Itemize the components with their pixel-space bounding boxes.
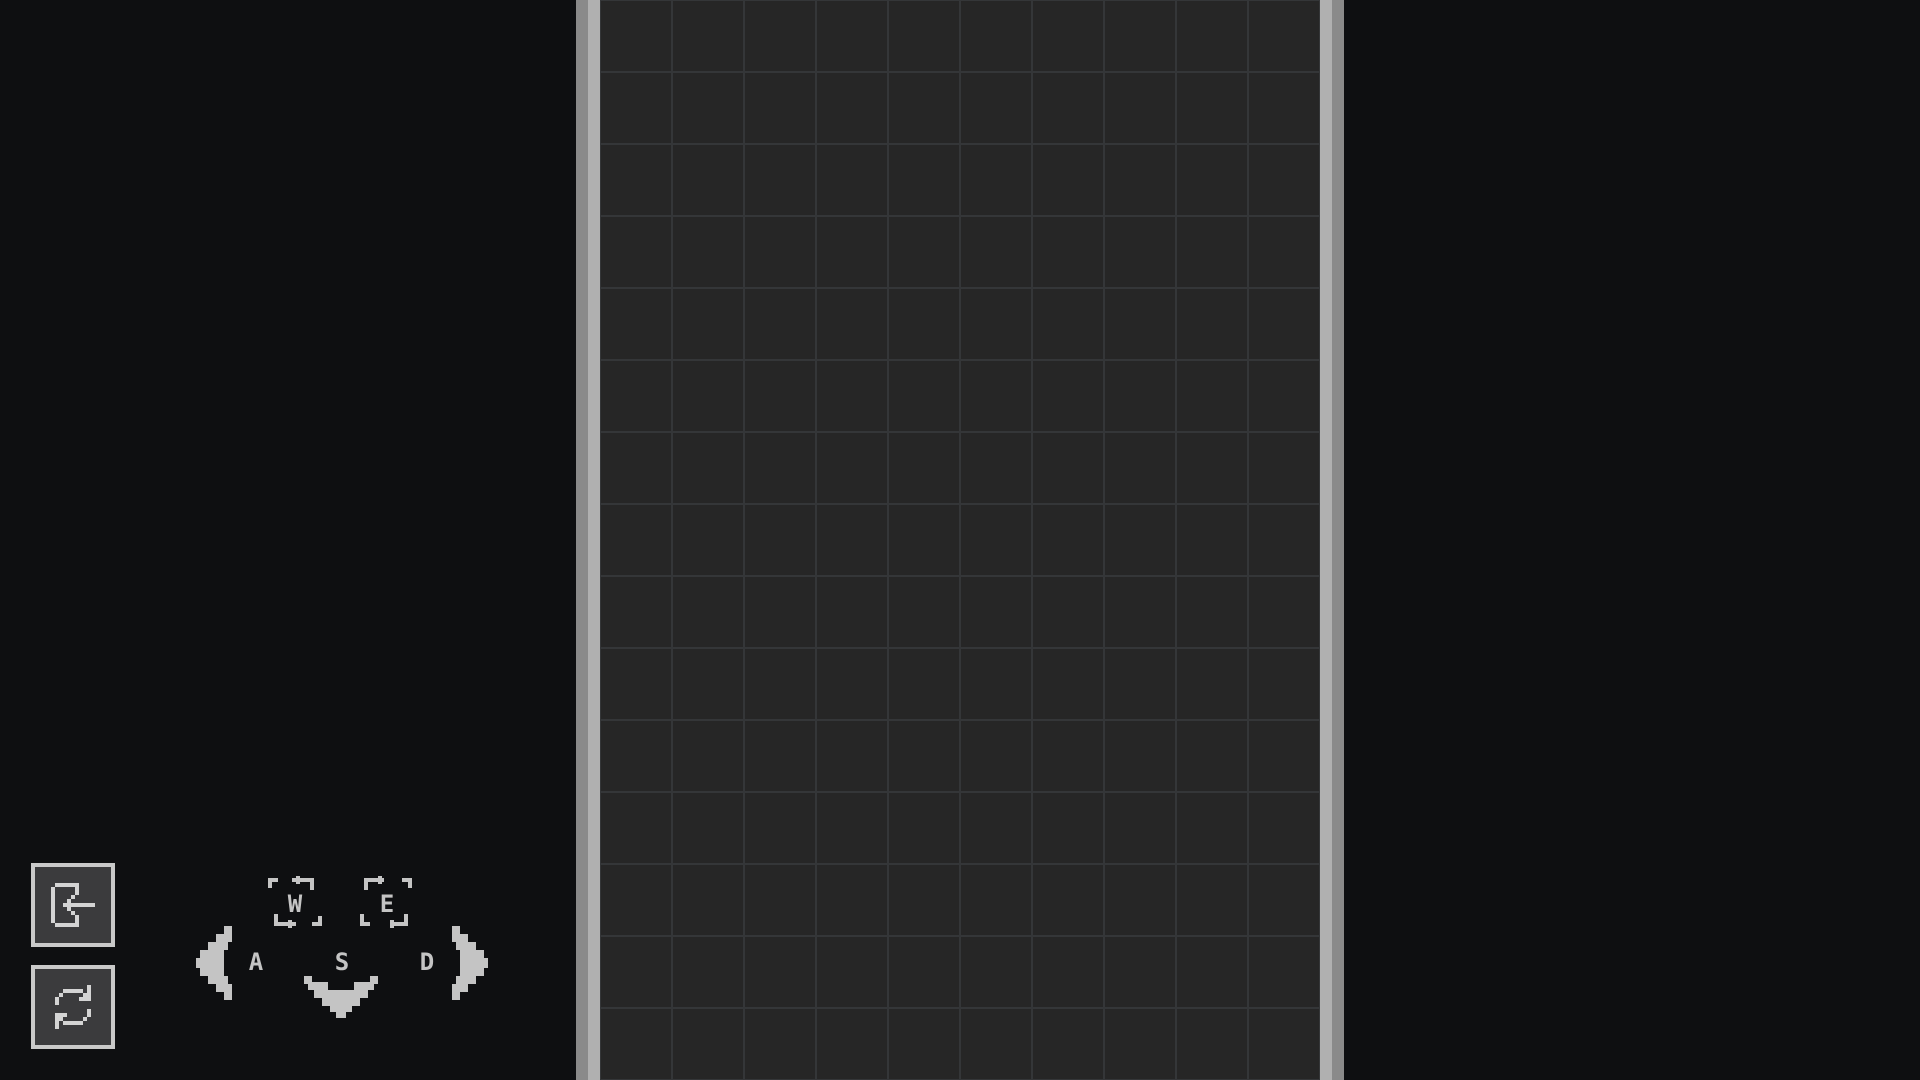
arrow-left-icon — [196, 926, 232, 1000]
playfield-frame-left-rail — [588, 0, 600, 1080]
restart-button[interactable] — [31, 965, 115, 1049]
rotate-cw-key-label: E — [379, 890, 395, 918]
game-screen: W E A S D — [0, 0, 1920, 1080]
arrow-down-icon — [304, 976, 378, 1018]
playfield-frame-right-rail — [1320, 0, 1332, 1080]
exit-icon — [51, 883, 95, 927]
arrow-right-icon — [452, 926, 488, 1000]
right-key-label: D — [419, 948, 435, 976]
left-key-label: A — [248, 948, 264, 976]
exit-button[interactable] — [31, 863, 115, 947]
down-key-label: S — [334, 948, 350, 976]
restart-icon — [55, 985, 91, 1029]
playfield-grid — [600, 0, 1320, 1080]
rotate-ccw-key-label: W — [287, 890, 303, 918]
